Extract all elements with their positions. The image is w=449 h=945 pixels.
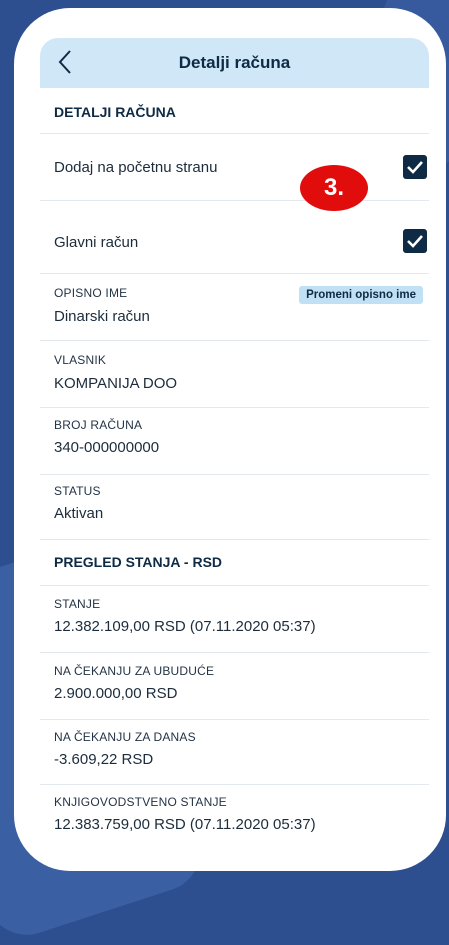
owner-row: VLASNIK KOMPANIJA DOO (40, 341, 429, 408)
pending-today-value: -3.609,22 RSD (54, 751, 154, 768)
step-number-badge: 3. (300, 165, 368, 211)
header-bar: Detalji računa (40, 38, 429, 88)
descriptive-name-label: OPISNO IME (54, 286, 128, 300)
main-account-row[interactable]: Glavni račun (40, 201, 429, 274)
section-title: DETALJI RAČUNA (54, 104, 176, 120)
rename-button[interactable]: Promeni opisno ime (299, 286, 423, 304)
pending-today-row: NA ČEKANJU ZA DANAS -3.609,22 RSD (40, 720, 429, 785)
owner-value: KOMPANIJA DOO (54, 375, 178, 392)
add-to-home-row[interactable]: Dodaj na početnu stranu (40, 134, 429, 201)
book-balance-row: KNJIGOVODSTVENO STANJE 12.383.759,00 RSD… (40, 785, 429, 833)
balance-value: 12.382.109,00 RSD (07.11.2020 05:37) (54, 618, 316, 635)
pending-future-row: NA ČEKANJU ZA UBUDUĆE 2.900.000,00 RSD (40, 653, 429, 720)
account-details-screen: Detalji računa DETALJI RAČUNA Dodaj na p… (40, 38, 429, 833)
pending-future-label: NA ČEKANJU ZA UBUDUĆE (54, 664, 215, 678)
checkmark-icon (407, 235, 423, 248)
section-header-details: DETALJI RAČUNA (40, 88, 429, 134)
book-balance-label: KNJIGOVODSTVENO STANJE (54, 795, 227, 809)
account-number-label: BROJ RAČUNA (54, 418, 143, 432)
status-row: STATUS Aktivan (40, 475, 429, 540)
owner-label: VLASNIK (54, 353, 107, 367)
checkmark-icon (407, 161, 423, 174)
main-account-checkbox[interactable] (403, 229, 427, 253)
main-account-label: Glavni račun (54, 234, 139, 251)
descriptive-name-value: Dinarski račun (54, 308, 150, 325)
pending-today-label: NA ČEKANJU ZA DANAS (54, 730, 196, 744)
book-balance-value: 12.383.759,00 RSD (07.11.2020 05:37) (54, 816, 316, 833)
account-number-value: 340-000000000 (54, 439, 160, 456)
pending-future-value: 2.900.000,00 RSD (54, 685, 178, 702)
status-label: STATUS (54, 484, 101, 498)
phone-frame: Detalji računa DETALJI RAČUNA Dodaj na p… (14, 8, 446, 871)
section-header-balance: PREGLED STANJA - RSD (40, 540, 429, 586)
page-title: Detalji računa (178, 53, 291, 72)
descriptive-name-row: OPISNO IME Dinarski račun Promeni opisno… (40, 274, 429, 341)
status-value: Aktivan (54, 505, 104, 522)
balance-label: STANJE (54, 597, 101, 611)
add-to-home-label: Dodaj na početnu stranu (54, 159, 218, 176)
account-number-row: BROJ RAČUNA 340-000000000 (40, 408, 429, 475)
balance-row: STANJE 12.382.109,00 RSD (07.11.2020 05:… (40, 586, 429, 653)
add-to-home-checkbox[interactable] (403, 155, 427, 179)
section-title: PREGLED STANJA - RSD (54, 554, 223, 570)
